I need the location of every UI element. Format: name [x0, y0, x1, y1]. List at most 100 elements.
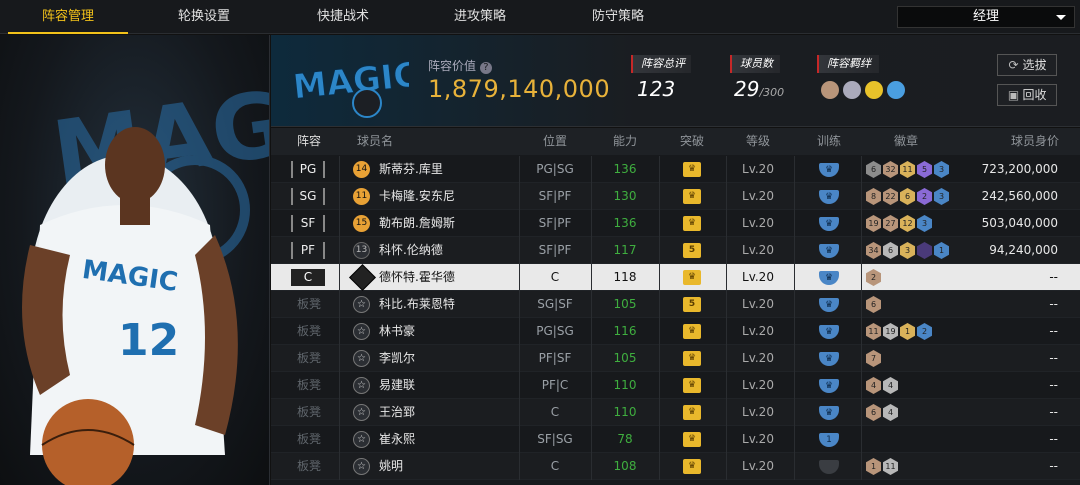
- player-name[interactable]: 易建联: [379, 372, 415, 399]
- table-row[interactable]: SF 15 勒布朗.詹姆斯 SF|PF 136 ♛ Lv.20 ♛ 19 27 12 3 503,040…: [271, 210, 1080, 237]
- player-name[interactable]: 科怀.伦纳德: [379, 237, 443, 264]
- training-shield-icon[interactable]: [819, 460, 839, 474]
- training-shield-icon[interactable]: ♛: [819, 298, 839, 312]
- training-shield-icon[interactable]: ♛: [819, 352, 839, 366]
- badge-hex-icon[interactable]: 11: [883, 458, 898, 475]
- badge-hex-icon[interactable]: 4: [883, 404, 898, 421]
- table-row[interactable]: 板凳 ☆ 李凯尔 PF|SF 105 ♛ Lv.20 ♛ 7 --: [271, 345, 1080, 372]
- training-shield-icon[interactable]: ♛: [819, 163, 839, 177]
- col-breakthrough[interactable]: 突破: [667, 128, 717, 155]
- player-name[interactable]: 科比.布莱恩特: [379, 291, 455, 318]
- badge-hex-icon[interactable]: 6: [866, 296, 881, 313]
- player-name[interactable]: 德怀特.霍华德: [379, 264, 455, 291]
- col-position[interactable]: 位置: [530, 128, 580, 155]
- tab-defense[interactable]: 防守策略: [558, 0, 678, 34]
- player-name[interactable]: 林书豪: [379, 318, 415, 345]
- badge-hex-icon[interactable]: 19: [883, 323, 898, 340]
- training-shield-icon[interactable]: ♛: [819, 244, 839, 258]
- role-dropdown[interactable]: 经理: [897, 6, 1075, 28]
- table-row[interactable]: PF 13 科怀.伦纳德 SF|PF 117 5 Lv.20 ♛ 34 6 3 1 94,240,000: [271, 237, 1080, 264]
- table-row[interactable]: C 德怀特.霍华德 C 118 ♛ Lv.20 ♛ 2 --: [271, 264, 1080, 291]
- badge-hex-icon[interactable]: 6: [866, 161, 881, 178]
- training-shield-icon[interactable]: ♛: [819, 217, 839, 231]
- badge-hex-icon[interactable]: 19: [866, 215, 881, 232]
- crown-icon[interactable]: ♛: [683, 324, 701, 339]
- badge-hex-icon[interactable]: 2: [866, 269, 881, 286]
- table-row[interactable]: 板凳 ☆ 崔永熙 SF|SG 78 ♛ Lv.20 1 --: [271, 426, 1080, 453]
- crown-icon[interactable]: ♛: [683, 270, 701, 285]
- badge-hex-icon[interactable]: 3: [900, 242, 915, 259]
- roster-table: 阵容 球员名 位置 能力 突破 等级 训练 徽章 球员身价 PG 14 斯蒂芬.库里…: [271, 128, 1080, 485]
- table-row[interactable]: 板凳 ☆ 科比.布莱恩特 SG|SF 105 5 Lv.20 ♛ 6 --: [271, 291, 1080, 318]
- tab-offense[interactable]: 进攻策略: [420, 0, 540, 34]
- player-name[interactable]: 崔永熙: [379, 426, 415, 453]
- badge-hex-icon[interactable]: 8: [866, 188, 881, 205]
- crown-icon[interactable]: ♛: [683, 378, 701, 393]
- crown-icon[interactable]: ♛: [683, 216, 701, 231]
- crown-icon[interactable]: ♛: [683, 162, 701, 177]
- badge-hex-icon[interactable]: 11: [866, 323, 881, 340]
- badge-hex-icon[interactable]: 1: [934, 242, 949, 259]
- col-level[interactable]: 等级: [733, 128, 783, 155]
- col-ability[interactable]: 能力: [600, 128, 650, 155]
- col-badges[interactable]: 徽章: [881, 128, 931, 155]
- crown-icon[interactable]: ♛: [683, 405, 701, 420]
- badge-hex-icon[interactable]: 1: [866, 458, 881, 475]
- crown-icon[interactable]: ♛: [683, 189, 701, 204]
- recycle-button[interactable]: ▣ 回收: [997, 84, 1057, 106]
- breakthrough-badge[interactable]: 5: [683, 243, 701, 258]
- badge-hex-icon[interactable]: 2: [917, 188, 932, 205]
- badge-hex-icon[interactable]: 11: [900, 161, 915, 178]
- player-name[interactable]: 卡梅隆.安东尼: [379, 183, 455, 210]
- player-name[interactable]: 王治郅: [379, 399, 415, 426]
- badge-hex-icon[interactable]: 3: [934, 161, 949, 178]
- tab-rotation[interactable]: 轮换设置: [144, 0, 264, 34]
- badge-hex-icon[interactable]: 4: [866, 377, 881, 394]
- badge-hex-icon[interactable]: 5: [917, 161, 932, 178]
- badge-hex-icon[interactable]: 3: [934, 188, 949, 205]
- badge-hex-icon[interactable]: 4: [883, 377, 898, 394]
- crown-icon[interactable]: ♛: [683, 459, 701, 474]
- col-name[interactable]: 球员名: [351, 128, 399, 155]
- table-row[interactable]: PG 14 斯蒂芬.库里 PG|SG 136 ♛ Lv.20 ♛ 6 32 11 5 3 723,200,…: [271, 156, 1080, 183]
- select-button[interactable]: ⟳ 选拔: [997, 54, 1057, 76]
- training-shield-icon[interactable]: ♛: [819, 190, 839, 204]
- col-training[interactable]: 训练: [804, 128, 854, 155]
- player-name[interactable]: 斯蒂芬.库里: [379, 156, 443, 183]
- badge-hex-icon[interactable]: 1: [900, 323, 915, 340]
- player-name[interactable]: 姚明: [379, 453, 403, 480]
- badge-hex-icon[interactable]: 12: [900, 215, 915, 232]
- breakthrough-badge[interactable]: 5: [683, 297, 701, 312]
- training-shield-icon[interactable]: ♛: [819, 325, 839, 339]
- training-shield-icon[interactable]: ♛: [819, 406, 839, 420]
- player-name[interactable]: 李凯尔: [379, 345, 415, 372]
- tab-lineup[interactable]: 阵容管理: [8, 0, 128, 34]
- badge-hex-icon[interactable]: 6: [900, 188, 915, 205]
- table-row[interactable]: 板凳 ☆ 王治郅 C 110 ♛ Lv.20 ♛ 6 4 --: [271, 399, 1080, 426]
- training-shield-icon[interactable]: ♛: [819, 271, 839, 285]
- col-salary[interactable]: 球员身价: [995, 128, 1075, 155]
- player-name[interactable]: 勒布朗.詹姆斯: [379, 210, 455, 237]
- crown-icon[interactable]: ♛: [683, 432, 701, 447]
- table-row[interactable]: 板凳 ☆ 易建联 PF|C 110 ♛ Lv.20 ♛ 4 4 --: [271, 372, 1080, 399]
- table-row[interactable]: 板凳 ☆ 姚明 C 108 ♛ Lv.20 1 11 --: [271, 453, 1080, 480]
- badge-hex-icon[interactable]: 22: [883, 188, 898, 205]
- help-circle-icon[interactable]: ?: [479, 62, 492, 74]
- badge-hex-icon[interactable]: 27: [883, 215, 898, 232]
- badge-hex-icon[interactable]: 2: [917, 323, 932, 340]
- badge-hex-icon[interactable]: 32: [883, 161, 898, 178]
- badge-hex-icon[interactable]: 6: [866, 404, 881, 421]
- badge-hex-icon[interactable]: 3: [917, 215, 932, 232]
- tab-quick-tactics[interactable]: 快捷战术: [283, 0, 403, 34]
- badge-hex-icon[interactable]: [917, 242, 932, 259]
- badge-hex-icon[interactable]: 7: [866, 350, 881, 367]
- badge-hex-icon[interactable]: 34: [866, 242, 881, 259]
- badge-hex-icon[interactable]: 6: [883, 242, 898, 259]
- crown-icon[interactable]: ♛: [683, 351, 701, 366]
- col-lineup[interactable]: 阵容: [285, 128, 333, 155]
- table-row[interactable]: 板凳 ☆ 林书豪 PG|SG 116 ♛ Lv.20 ♛ 11 19 1 2 --: [271, 318, 1080, 345]
- training-shield-icon[interactable]: ♛: [819, 379, 839, 393]
- bond-icons[interactable]: [821, 81, 911, 101]
- table-row[interactable]: SG 11 卡梅隆.安东尼 SF|PF 130 ♛ Lv.20 ♛ 8 22 6 2 3 242,560,…: [271, 183, 1080, 210]
- training-shield-icon[interactable]: 1: [819, 433, 839, 447]
